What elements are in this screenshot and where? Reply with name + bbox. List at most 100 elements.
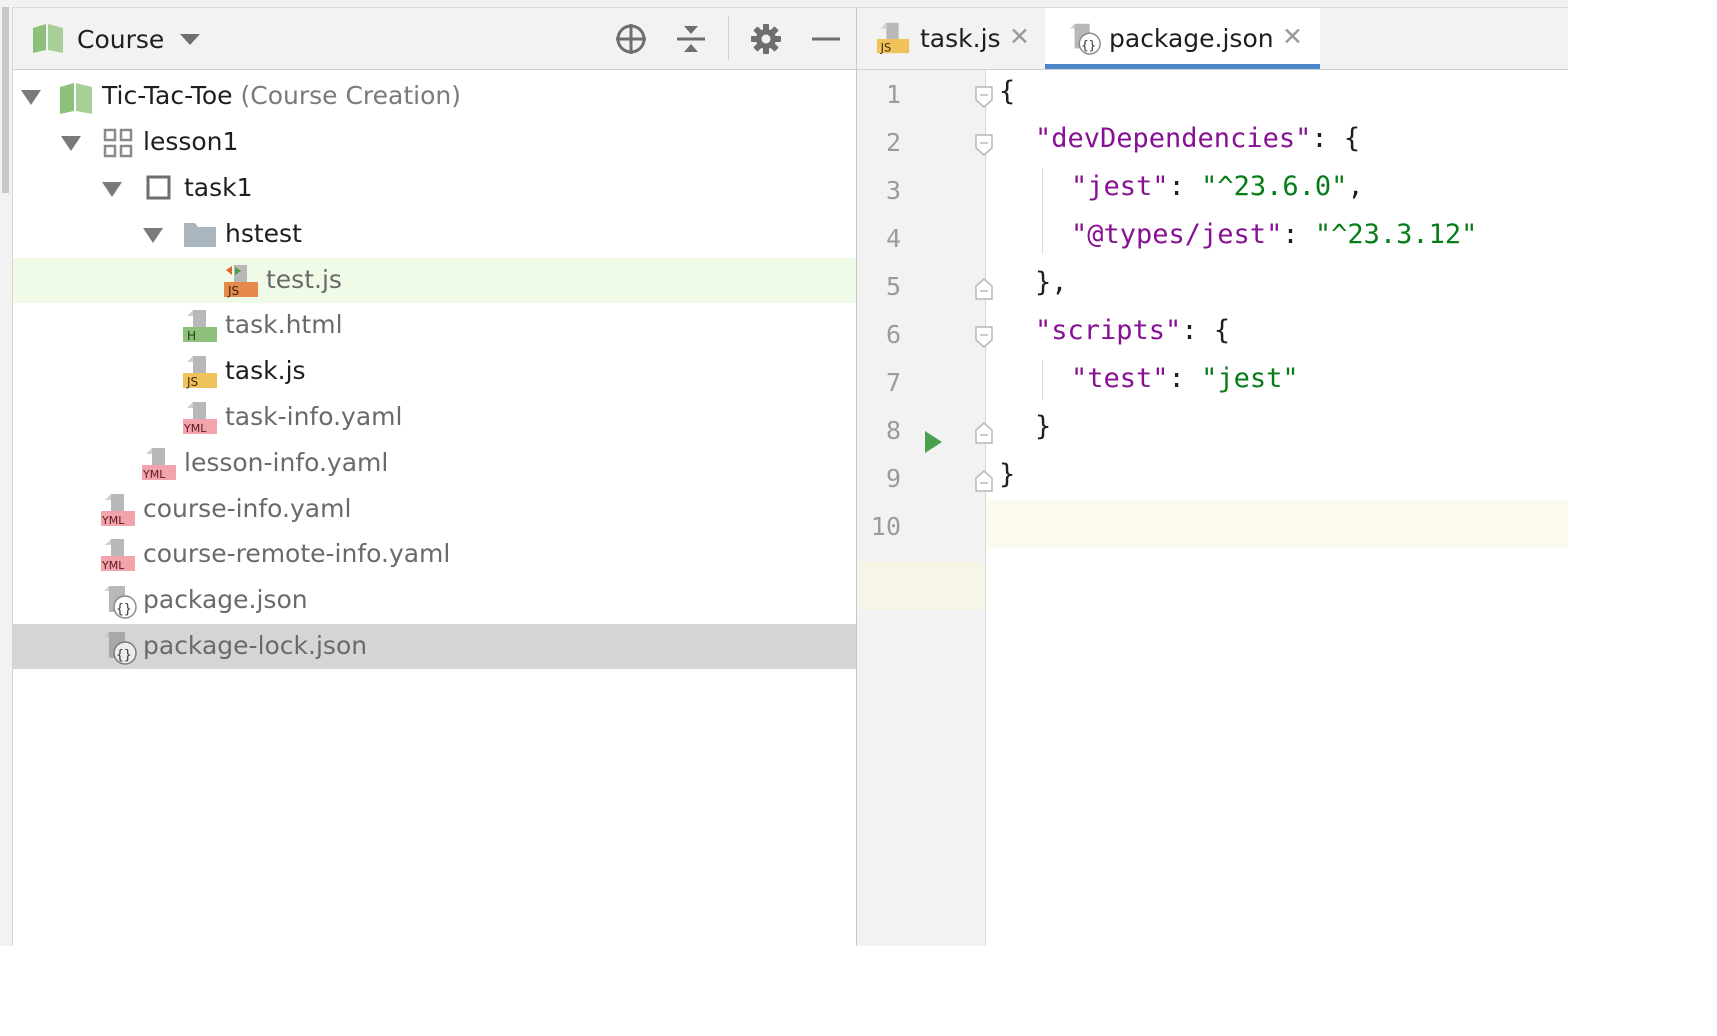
tree-label: lesson1: [143, 127, 239, 156]
code-line-5[interactable]: },: [1035, 267, 1068, 298]
tree-row-lesson1[interactable]: lesson1: [13, 120, 856, 165]
tab-label: package.json: [1109, 24, 1274, 53]
active-tab-indicator: [1045, 64, 1320, 69]
json-string: "jest": [1201, 363, 1299, 394]
json-file-icon: {}: [1069, 23, 1101, 55]
svg-text:{}: {}: [116, 648, 132, 663]
tree-row-task1[interactable]: task1: [13, 166, 856, 211]
line-number: 10: [870, 512, 901, 541]
code-line-1[interactable]: {: [999, 76, 1015, 107]
tree-label: course-remote-info.yaml: [143, 539, 451, 568]
fold-close-icon[interactable]: [975, 422, 993, 444]
fold-open-icon[interactable]: [975, 86, 993, 108]
ide-window: Course Tic-Tac-Toe (Course Creation) les…: [0, 0, 1568, 946]
line-number: 4: [885, 224, 901, 253]
code-line-6[interactable]: "scripts": {: [1035, 315, 1230, 346]
editor-tab-bar: JS task.js ✕ {} package.json ✕: [857, 8, 1568, 70]
tree-label: test.js: [266, 265, 342, 294]
svg-text:{}: {}: [116, 602, 132, 617]
minimize-icon[interactable]: [806, 20, 846, 58]
json-key: "test": [1071, 363, 1169, 394]
close-icon[interactable]: ✕: [1009, 22, 1030, 51]
expand-arrow-icon[interactable]: [143, 228, 163, 243]
tree-row-package-lock-json[interactable]: {} package-lock.json: [13, 624, 856, 669]
tree-row-hstest[interactable]: hstest: [13, 212, 856, 257]
expand-arrow-icon[interactable]: [21, 90, 41, 105]
project-panel-header: Course: [13, 8, 856, 70]
tree-label: task1: [184, 173, 253, 202]
tree-label-suffix: (Course Creation): [240, 81, 462, 110]
json-key: "scripts": [1035, 315, 1182, 346]
header-separator: [728, 16, 729, 60]
fold-close-icon[interactable]: [975, 278, 993, 300]
fold-open-icon[interactable]: [975, 326, 993, 348]
editor-gutter: 1 2 3 4 5 6 7 8 9 10: [857, 70, 993, 946]
json-key: "@types/jest": [1071, 219, 1283, 250]
yaml-file-icon: YML: [101, 539, 135, 572]
gear-icon[interactable]: [746, 20, 786, 58]
current-line-gutter-highlight: [857, 562, 985, 610]
chevron-down-icon[interactable]: [180, 34, 200, 45]
svg-text:YML: YML: [101, 514, 125, 527]
tree-row-course-remote-info-yaml[interactable]: YML course-remote-info.yaml: [13, 532, 856, 577]
line-number: 9: [885, 464, 901, 493]
tree-label: task.js: [225, 356, 306, 385]
left-tool-strip: [0, 7, 13, 946]
fold-close-icon[interactable]: [975, 470, 993, 492]
code-line-8[interactable]: }: [1035, 411, 1051, 442]
json-file-icon: {}: [104, 632, 137, 665]
close-icon[interactable]: ✕: [1282, 22, 1303, 51]
tree-label: lesson-info.yaml: [184, 448, 389, 477]
fold-open-icon[interactable]: [975, 134, 993, 156]
svg-text:JS: JS: [227, 284, 239, 298]
locate-crosshair-icon[interactable]: [611, 20, 651, 58]
svg-text:JS: JS: [186, 375, 198, 389]
svg-text:YML: YML: [142, 468, 166, 481]
project-view-selector[interactable]: Course: [77, 25, 164, 54]
code-line-2[interactable]: "devDependencies": {: [1035, 123, 1360, 154]
line-number: 8: [885, 416, 901, 445]
tool-strip-scroll-thumb[interactable]: [2, 7, 9, 193]
indent-guide: [1042, 360, 1043, 400]
json-key: "jest": [1071, 171, 1169, 202]
json-key: "devDependencies": [1035, 123, 1312, 154]
code-line-7[interactable]: "test": "jest": [1071, 363, 1299, 394]
tree-row-task-info-yaml[interactable]: YML task-info.yaml: [13, 395, 856, 440]
js-file-icon: JS: [876, 22, 910, 54]
tree-label: task.html: [225, 310, 343, 339]
editor-panel: JS task.js ✕ {} package.json ✕ 1 2 3 4 5…: [857, 8, 1568, 946]
json-file-icon: {}: [104, 586, 137, 619]
tree-row-task-html[interactable]: H task.html: [13, 303, 856, 348]
svg-text:{}: {}: [1081, 38, 1096, 52]
project-panel: Course Tic-Tac-Toe (Course Creation) les…: [13, 8, 857, 946]
yaml-file-icon: YML: [183, 402, 217, 435]
tree-row-package-json[interactable]: {} package.json: [13, 578, 856, 623]
svg-text:YML: YML: [183, 422, 207, 435]
svg-text:YML: YML: [101, 559, 125, 572]
tab-package-json[interactable]: {} package.json ✕: [1045, 8, 1320, 69]
course-book-icon: [60, 83, 92, 114]
line-number: 7: [885, 368, 901, 397]
tab-label: task.js: [920, 24, 1001, 53]
task-square-icon: [146, 175, 171, 200]
tree-label: Tic-Tac-Toe (Course Creation): [102, 81, 462, 110]
collapse-all-icon[interactable]: [671, 20, 711, 58]
js-file-icon: JS: [183, 356, 217, 389]
tree-row-lesson-info-yaml[interactable]: YML lesson-info.yaml: [13, 441, 856, 486]
window-top-border: [0, 0, 1568, 8]
tree-row-course-info-yaml[interactable]: YML course-info.yaml: [13, 487, 856, 532]
yaml-file-icon: YML: [101, 494, 135, 527]
yaml-file-icon: YML: [142, 448, 176, 481]
tab-task-js[interactable]: JS task.js ✕: [857, 8, 1044, 69]
tree-row-course[interactable]: Tic-Tac-Toe (Course Creation): [13, 74, 856, 119]
tree-row-task-js[interactable]: JS task.js: [13, 349, 856, 394]
line-number: 3: [885, 176, 901, 205]
run-test-icon[interactable]: [925, 431, 942, 453]
expand-arrow-icon[interactable]: [102, 182, 122, 197]
code-line-9[interactable]: }: [999, 459, 1015, 490]
tree-row-test-js[interactable]: JS test.js: [13, 258, 856, 303]
expand-arrow-icon[interactable]: [61, 136, 81, 151]
code-line-4[interactable]: "@types/jest": "^23.3.12": [1071, 219, 1477, 250]
folder-icon: [184, 223, 216, 247]
code-line-3[interactable]: "jest": "^23.6.0",: [1071, 171, 1364, 202]
